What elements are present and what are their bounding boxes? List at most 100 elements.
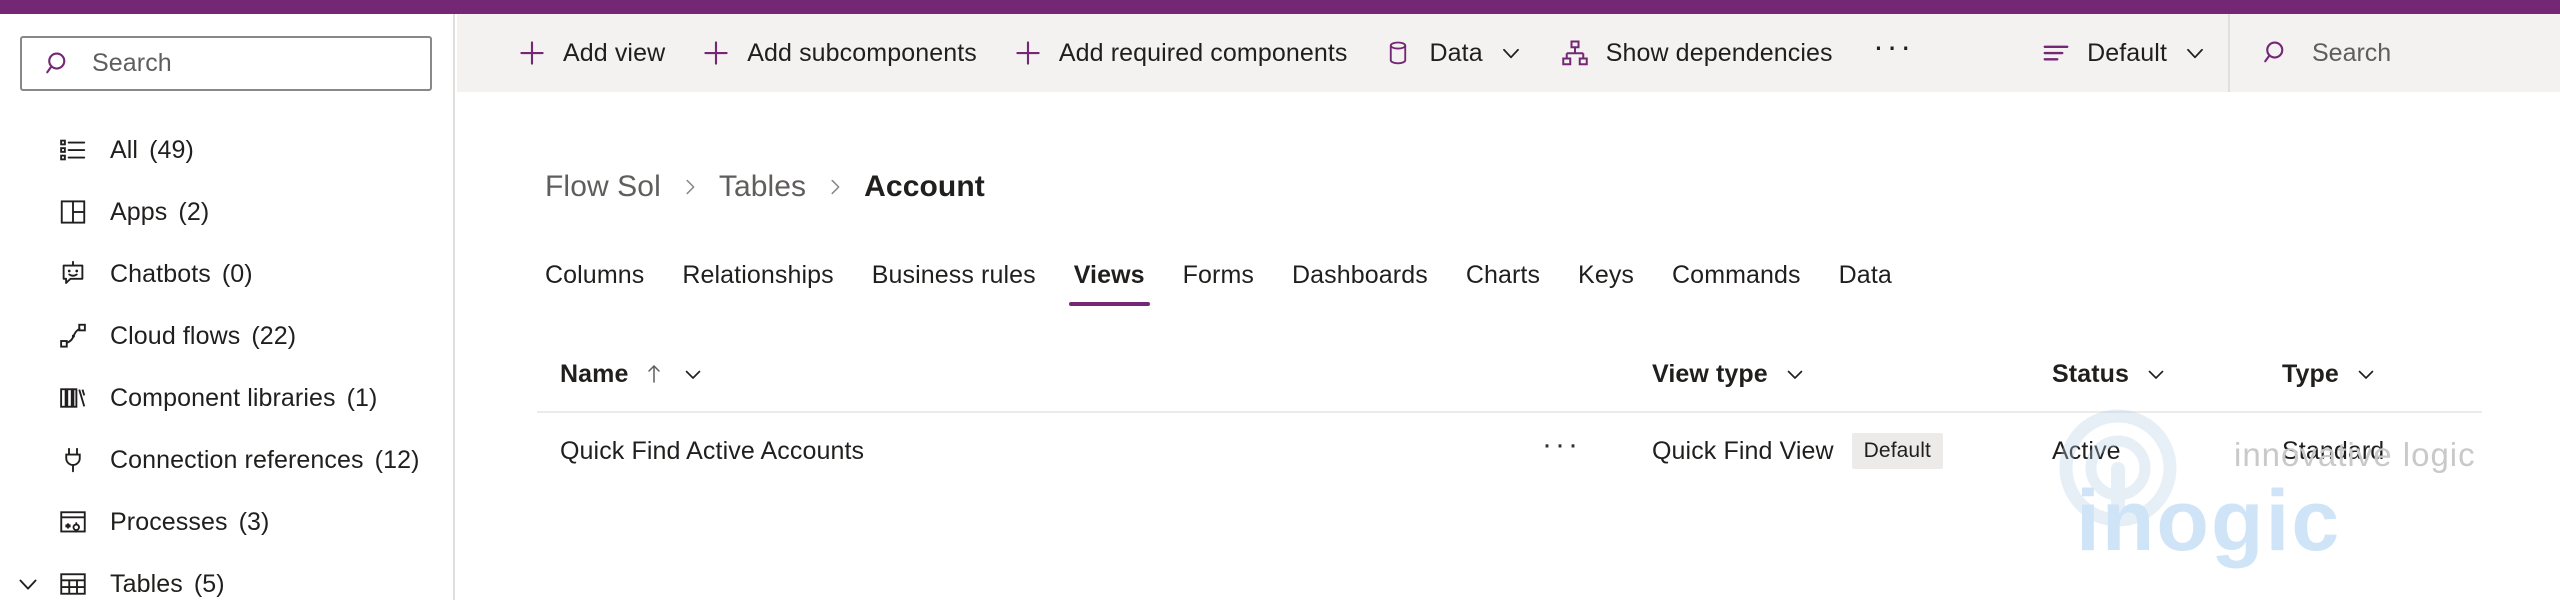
cell-view-name: Quick Find Active Accounts <box>560 436 865 465</box>
sidebar-nav-list: All (49) Apps (2) Chatbots (0) Cloud flo… <box>0 119 455 600</box>
column-header-type-label: Type <box>2282 359 2339 388</box>
apps-grid-icon <box>56 197 90 227</box>
tab-columns[interactable]: Columns <box>526 244 663 306</box>
sidebar-item-processes[interactable]: Processes (3) <box>0 491 455 553</box>
sidebar-item-apps[interactable]: Apps (2) <box>0 181 455 243</box>
chevron-right-icon <box>679 176 701 198</box>
plus-icon <box>517 38 547 68</box>
show-dependencies-label: Show dependencies <box>1605 38 1833 67</box>
application-window: Search All (49) Apps (2) Chatbots (0) Cl… <box>0 0 2560 600</box>
table-row[interactable]: Quick Find Active Accounts ··· Quick Fin… <box>537 413 2482 489</box>
top-accent-bar <box>0 0 2560 14</box>
breadcrumb: Flow Sol Tables Account <box>545 170 985 204</box>
sidebar-item-cloud-flows[interactable]: Cloud flows (22) <box>0 305 455 367</box>
grid-search-input[interactable]: Search <box>2230 14 2560 92</box>
chevron-down-icon[interactable] <box>2144 362 2168 386</box>
tab-business-rules[interactable]: Business rules <box>853 244 1055 306</box>
sidebar-item-count: (12) <box>374 445 420 474</box>
tab-views[interactable]: Views <box>1055 244 1164 306</box>
add-subcomponents-label: Add subcomponents <box>747 38 977 67</box>
column-header-name-label: Name <box>560 359 629 388</box>
chevron-down-icon[interactable] <box>2354 362 2378 386</box>
solution-sidebar: Search All (49) Apps (2) Chatbots (0) Cl… <box>0 14 455 600</box>
sidebar-item-connection-references[interactable]: Connection references (12) <box>0 429 455 491</box>
component-library-icon <box>56 383 90 413</box>
sidebar-item-label: Apps <box>110 197 168 226</box>
connection-plug-icon <box>56 445 90 475</box>
chevron-down-icon[interactable] <box>681 362 705 386</box>
column-header-status-label: Status <box>2052 359 2130 388</box>
add-required-components-label: Add required components <box>1058 38 1348 67</box>
column-header-name[interactable]: Name <box>560 360 1542 389</box>
command-bar-right-group: Default Search <box>1981 14 2560 92</box>
row-overflow-button[interactable]: ··· <box>1542 430 1581 463</box>
tab-dashboards[interactable]: Dashboards <box>1273 244 1447 306</box>
sidebar-item-tables[interactable]: Tables (5) <box>0 553 455 600</box>
view-selector-label: Default <box>2087 38 2167 67</box>
sidebar-item-all[interactable]: All (49) <box>0 119 455 181</box>
column-header-type[interactable]: Type <box>2282 360 2482 389</box>
search-icon <box>2262 38 2292 68</box>
sidebar-search-input[interactable]: Search <box>20 36 432 91</box>
cell-type: Standard <box>2282 436 2385 465</box>
view-list-icon <box>2041 38 2071 68</box>
sidebar-item-label: Component libraries <box>110 383 336 412</box>
dependencies-icon <box>1560 38 1590 68</box>
column-header-view-type[interactable]: View type <box>1652 360 2052 389</box>
sidebar-item-label: All <box>110 135 139 164</box>
show-dependencies-button[interactable]: Show dependencies <box>1544 24 1849 82</box>
tab-commands[interactable]: Commands <box>1653 244 1820 306</box>
view-selector-button[interactable]: Default <box>2025 24 2224 82</box>
plus-icon <box>701 38 731 68</box>
sidebar-item-count: (3) <box>238 507 270 536</box>
entity-tab-strip: Columns Relationships Business rules Vie… <box>545 244 1911 306</box>
add-view-label: Add view <box>563 38 666 67</box>
page-title: Account <box>864 170 985 203</box>
sidebar-item-count: (0) <box>221 259 253 288</box>
add-view-button[interactable]: Add view <box>501 24 681 82</box>
cell-view-type: Quick Find View Default <box>1652 433 2052 469</box>
grid-header-row: Name View type Status Type <box>537 337 2482 413</box>
add-required-components-button[interactable]: Add required components <box>997 24 1364 82</box>
sidebar-item-label: Cloud flows <box>110 321 241 350</box>
data-menu-button[interactable]: Data <box>1367 24 1539 82</box>
tab-charts[interactable]: Charts <box>1447 244 1559 306</box>
sidebar-item-count: (5) <box>193 569 225 598</box>
sidebar-search-placeholder: Search <box>92 49 172 77</box>
list-bullet-icon <box>56 135 90 165</box>
add-subcomponents-button[interactable]: Add subcomponents <box>685 24 993 82</box>
chevron-right-icon <box>824 176 846 198</box>
grid-search-placeholder: Search <box>2312 38 2392 67</box>
sidebar-item-label: Connection references <box>110 445 364 474</box>
chevron-down-icon <box>1498 40 1524 66</box>
sidebar-item-chatbots[interactable]: Chatbots (0) <box>0 243 455 305</box>
sidebar-item-count: (1) <box>346 383 378 412</box>
command-bar: Add view Add subcomponents Add required … <box>457 14 2560 92</box>
processes-gear-icon <box>56 507 90 537</box>
cell-view-type-text: Quick Find View <box>1652 436 1834 465</box>
chevron-down-icon[interactable] <box>1783 362 1807 386</box>
tab-keys[interactable]: Keys <box>1559 244 1653 306</box>
tab-forms[interactable]: Forms <box>1164 244 1273 306</box>
search-icon <box>44 49 74 79</box>
data-menu-label: Data <box>1429 38 1483 67</box>
default-badge: Default <box>1851 433 1943 469</box>
tab-data[interactable]: Data <box>1820 244 1911 306</box>
sidebar-item-component-libraries[interactable]: Component libraries (1) <box>0 367 455 429</box>
breadcrumb-item-tables[interactable]: Tables <box>719 170 806 204</box>
tab-relationships[interactable]: Relationships <box>663 244 852 306</box>
table-grid-icon <box>56 569 90 599</box>
sidebar-item-label: Chatbots <box>110 259 211 288</box>
sidebar-item-label: Processes <box>110 507 228 536</box>
main-content: Flow Sol Tables Account Columns Relation… <box>457 92 2560 600</box>
chevron-down-icon <box>2182 40 2208 66</box>
chevron-down-icon[interactable] <box>14 570 42 598</box>
sidebar-item-count: (22) <box>251 321 297 350</box>
command-bar-overflow-button[interactable]: ··· <box>1863 24 1925 82</box>
views-grid: Name View type Status Type Quick Find Ac… <box>537 337 2482 489</box>
sidebar-item-count: (2) <box>178 197 210 226</box>
plus-icon <box>1013 38 1043 68</box>
sidebar-item-count: (49) <box>149 135 194 164</box>
breadcrumb-item-solution[interactable]: Flow Sol <box>545 170 661 204</box>
column-header-status[interactable]: Status <box>2052 360 2282 389</box>
